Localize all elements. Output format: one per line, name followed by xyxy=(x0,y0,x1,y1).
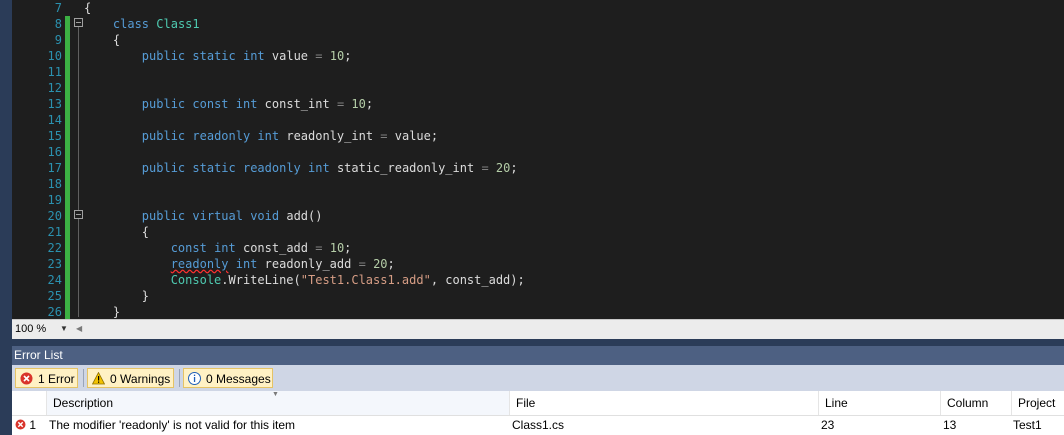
error-squiggle: readonly xyxy=(170,257,229,271)
code-line[interactable]: 13 public const int const_int = 10; xyxy=(12,96,1064,112)
line-number: 15 xyxy=(47,129,62,143)
editor-status-strip: 100 % ▼ ◀ xyxy=(12,319,1064,339)
code-line[interactable]: 24 Console.WriteLine("Test1.Class1.add",… xyxy=(12,272,1064,288)
line-number: 14 xyxy=(47,113,62,127)
chevron-down-icon[interactable]: ▼ xyxy=(60,321,68,337)
row-project: Test1 xyxy=(1013,418,1042,432)
code-line[interactable]: 22 const int const_add = 10; xyxy=(12,240,1064,256)
row-index-cell: 1 xyxy=(12,416,47,435)
code-line[interactable]: 9 { xyxy=(12,32,1064,48)
code-line[interactable]: 14 xyxy=(12,112,1064,128)
scroll-left-icon[interactable]: ◀ xyxy=(76,321,82,337)
code-editor[interactable]: 7 { 8 class Class1 9 { 10 public static … xyxy=(12,0,1064,319)
panel-title: Error List xyxy=(14,348,63,362)
line-number: 20 xyxy=(47,209,62,223)
messages-filter-label: 0 Messages xyxy=(206,372,271,386)
code-line[interactable]: 21 { xyxy=(12,224,1064,240)
code-line[interactable]: 11 xyxy=(12,64,1064,80)
line-number: 24 xyxy=(47,273,62,287)
messages-filter-button[interactable]: 0 Messages xyxy=(183,368,273,388)
code-text: { xyxy=(112,33,121,47)
line-number: 11 xyxy=(47,65,62,79)
line-number: 25 xyxy=(47,289,62,303)
code-text: const int const_add = 10; xyxy=(170,241,352,255)
line-number: 26 xyxy=(47,305,62,319)
warnings-filter-button[interactable]: 0 Warnings xyxy=(87,368,174,388)
code-text: public virtual void add() xyxy=(141,209,323,223)
code-line[interactable]: 17 public static readonly int static_rea… xyxy=(12,160,1064,176)
column-header-column[interactable]: Column xyxy=(941,391,1012,415)
row-line: 23 xyxy=(821,418,835,432)
line-number: 23 xyxy=(47,257,62,271)
line-number: 9 xyxy=(54,33,62,47)
line-number: 17 xyxy=(47,161,62,175)
code-line[interactable]: 8 class Class1 xyxy=(12,16,1064,32)
column-header-index[interactable] xyxy=(12,391,47,415)
sort-indicator-icon: ▼ xyxy=(272,391,279,398)
line-number: 12 xyxy=(47,81,62,95)
toolbar-separator xyxy=(83,369,84,387)
line-number: 8 xyxy=(54,17,62,31)
code-text: public static int value = 10; xyxy=(141,49,352,63)
row-file: Class1.cs xyxy=(512,418,565,432)
code-text: { xyxy=(84,1,92,15)
row-description: The modifier 'readonly' is not valid for… xyxy=(49,418,296,432)
line-number: 21 xyxy=(47,225,62,239)
row-index: 1 xyxy=(29,418,37,432)
info-icon xyxy=(188,372,201,385)
table-row[interactable]: 1 The modifier 'readonly' is not valid f… xyxy=(12,416,1064,435)
code-text: Console.WriteLine("Test1.Class1.add", co… xyxy=(170,273,525,287)
code-line[interactable]: 7 { xyxy=(12,0,1064,16)
line-number: 7 xyxy=(54,1,62,15)
code-text: public static readonly int static_readon… xyxy=(141,161,518,175)
code-line[interactable]: 26 } xyxy=(12,304,1064,319)
column-header-line[interactable]: Line xyxy=(819,391,941,415)
code-text: class Class1 xyxy=(112,17,200,31)
code-line[interactable]: 20 public virtual void add() xyxy=(12,208,1064,224)
line-number: 19 xyxy=(47,193,62,207)
warning-icon xyxy=(92,372,105,385)
toolbar-separator xyxy=(179,369,180,387)
code-text: { xyxy=(141,225,150,239)
line-number: 22 xyxy=(47,241,62,255)
code-line[interactable]: 16 xyxy=(12,144,1064,160)
code-text: } xyxy=(112,305,121,319)
code-text: public readonly int readonly_int = value… xyxy=(141,129,439,143)
code-line[interactable]: 25 } xyxy=(12,288,1064,304)
code-line[interactable]: 23 readonly int readonly_add = 20; xyxy=(12,256,1064,272)
row-column: 13 xyxy=(943,418,957,432)
line-number: 16 xyxy=(47,145,62,159)
error-icon xyxy=(20,372,33,385)
line-number: 13 xyxy=(47,97,62,111)
zoom-level: 100 % xyxy=(15,323,47,335)
code-line[interactable]: 19 xyxy=(12,192,1064,208)
column-header-project[interactable]: Project xyxy=(1012,391,1064,415)
error-icon xyxy=(15,419,26,430)
code-text: } xyxy=(141,289,150,303)
error-list-header: Error List xyxy=(12,346,1064,365)
code-line[interactable]: 15 public readonly int readonly_int = va… xyxy=(12,128,1064,144)
code-text: public const int const_int = 10; xyxy=(141,97,374,111)
code-line[interactable]: 10 public static int value = 10; xyxy=(12,48,1064,64)
code-line[interactable]: 18 xyxy=(12,176,1064,192)
error-list-column-headers: Description ▼ File Line Column Project xyxy=(12,391,1064,416)
code-line[interactable]: 12 xyxy=(12,80,1064,96)
errors-filter-button[interactable]: 1 Error xyxy=(15,368,78,388)
code-text: readonly int readonly_add = 20; xyxy=(170,257,395,271)
line-number: 18 xyxy=(47,177,62,191)
errors-filter-label: 1 Error xyxy=(38,372,75,386)
error-list-toolbar: 1 Error 0 Warnings 0 Messages xyxy=(12,365,1064,391)
line-number: 10 xyxy=(47,49,62,63)
column-header-file[interactable]: File xyxy=(510,391,819,415)
warnings-filter-label: 0 Warnings xyxy=(110,372,171,386)
